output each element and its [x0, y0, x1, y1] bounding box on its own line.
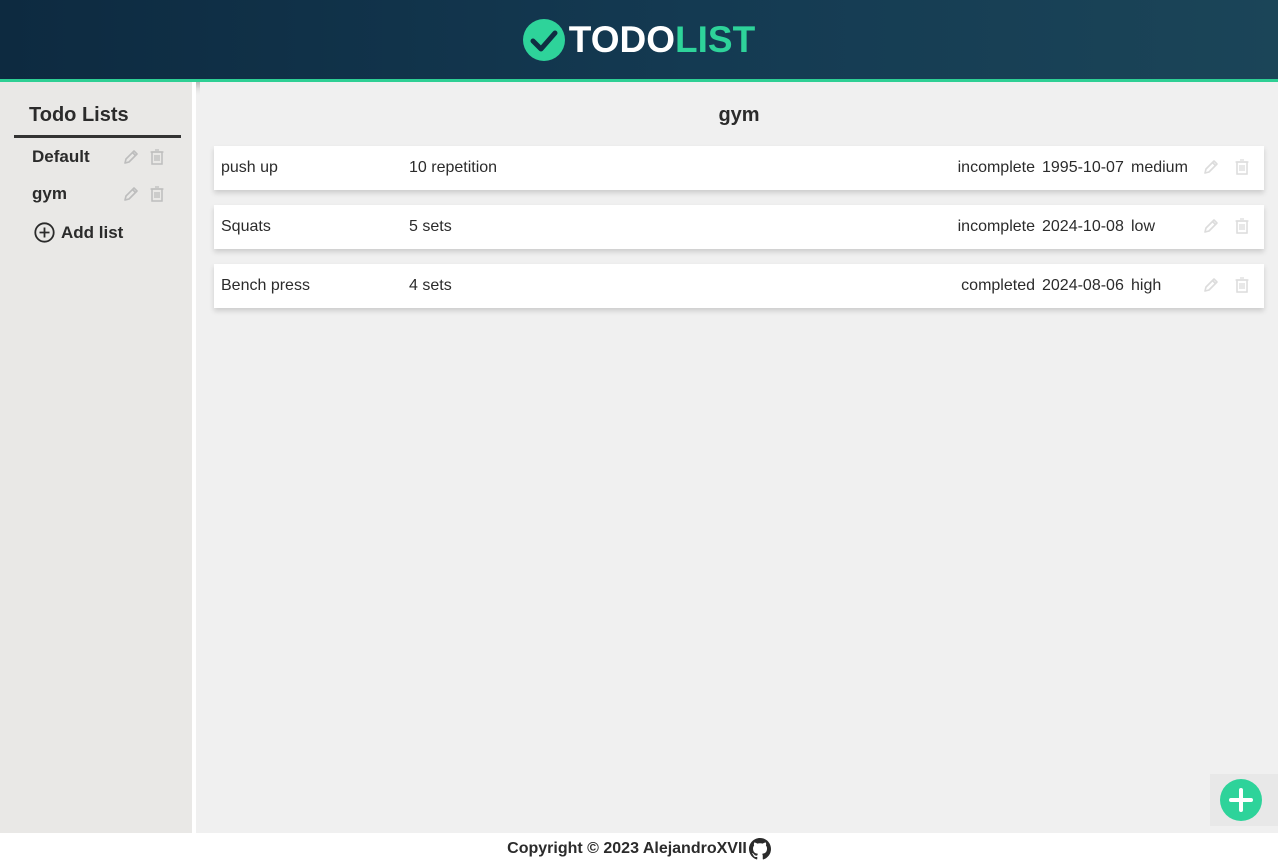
copyright-text: Copyright © 2023 AlejandroXVII	[507, 839, 747, 857]
sidebar-title: Todo Lists	[14, 104, 181, 138]
todo-status: incomplete	[957, 159, 1035, 176]
sidebar-item-label[interactable]: gym	[32, 184, 122, 204]
todo-priority: medium	[1131, 159, 1188, 176]
pencil-icon[interactable]	[122, 185, 140, 203]
todo-name: push up	[221, 159, 278, 176]
trash-icon[interactable]	[1233, 276, 1251, 294]
github-icon[interactable]	[748, 837, 771, 860]
trash-icon[interactable]	[148, 185, 166, 203]
check-circle-icon	[522, 18, 565, 61]
app-header: TODOLIST	[0, 0, 1278, 82]
todo-row[interactable]: Squats 5 sets incomplete 2024-10-08 low	[214, 205, 1264, 249]
todo-row[interactable]: push up 10 repetition incomplete 1995-10…	[214, 146, 1264, 190]
trash-icon[interactable]	[148, 148, 166, 166]
plus-icon	[1229, 788, 1253, 812]
footer: Copyright © 2023 AlejandroXVII	[0, 833, 1278, 864]
main-content: gym push up 10 repetition incomplete 199…	[200, 82, 1278, 833]
sidebar: Todo Lists Default gym Add list	[0, 82, 196, 833]
add-todo-button[interactable]	[1220, 779, 1262, 821]
todo-row[interactable]: Bench press 4 sets completed 2024-08-06 …	[214, 264, 1264, 308]
pencil-icon[interactable]	[1202, 276, 1220, 294]
trash-icon[interactable]	[1233, 217, 1251, 235]
todo-date: 2024-08-06	[1042, 277, 1124, 294]
logo-text-list: LIST	[675, 18, 756, 60]
sidebar-item-default[interactable]: Default	[32, 145, 166, 169]
sidebar-item-gym[interactable]: gym	[32, 182, 166, 206]
pencil-icon[interactable]	[1202, 217, 1220, 235]
app-logo: TODOLIST	[522, 18, 755, 61]
todo-description: 10 repetition	[409, 159, 498, 176]
todo-priority: high	[1131, 277, 1162, 294]
pencil-icon[interactable]	[122, 148, 140, 166]
todo-status: incomplete	[957, 218, 1035, 235]
app-title: TODOLIST	[569, 19, 755, 61]
logo-text-todo: TODO	[568, 18, 676, 60]
pencil-icon[interactable]	[1202, 158, 1220, 176]
plus-circle-icon	[34, 222, 55, 243]
todo-date: 2024-10-08	[1042, 218, 1124, 235]
todo-status: completed	[961, 277, 1035, 294]
sidebar-item-label[interactable]: Default	[32, 147, 122, 167]
todo-priority: low	[1131, 218, 1156, 235]
add-list-button[interactable]: Add list	[34, 222, 123, 243]
trash-icon[interactable]	[1233, 158, 1251, 176]
page-title: gym	[718, 104, 760, 126]
todo-description: 4 sets	[409, 277, 452, 294]
todo-name: Squats	[221, 218, 271, 235]
add-list-label: Add list	[61, 222, 124, 242]
todo-description: 5 sets	[409, 218, 452, 235]
todo-name: Bench press	[221, 277, 310, 294]
todo-date: 1995-10-07	[1042, 159, 1124, 176]
